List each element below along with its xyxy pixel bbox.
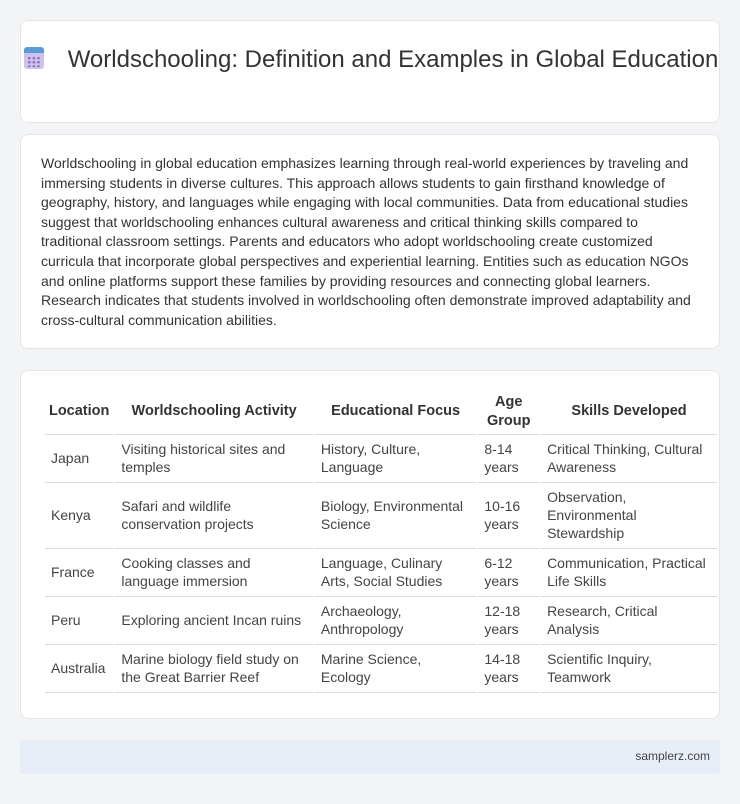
cell-age-group: 14-18 years [478,645,540,693]
cell-focus: Biology, Environmental Science [314,483,477,549]
footer-bar: samplerz.com [20,740,720,774]
cell-skills: Research, Critical Analysis [541,597,717,645]
page-header: Worldschooling: Definition and Examples … [21,45,719,74]
cell-activity: Exploring ancient Incan ruins [115,597,313,645]
table-row: Japan Visiting historical sites and temp… [45,435,717,483]
cell-location: Peru [45,597,114,645]
table-row: Kenya Safari and wildlife conservation p… [45,483,717,549]
cell-activity: Visiting historical sites and temples [115,435,313,483]
cell-skills: Communication, Practical Life Skills [541,549,717,597]
cell-skills: Observation, Environmental Stewardship [541,483,717,549]
cell-activity: Marine biology field study on the Great … [115,645,313,693]
cell-focus: Archaeology, Anthropology [314,597,477,645]
cell-location: France [45,549,114,597]
cell-location: Australia [45,645,114,693]
header-activity: Worldschooling Activity [115,389,313,435]
header-age-group: Age Group [478,389,540,435]
cell-activity: Safari and wildlife conservation project… [115,483,313,549]
header-skills: Skills Developed [541,389,717,435]
intro-card: Worldschooling in global education empha… [20,134,720,349]
cell-location: Japan [45,435,114,483]
table-row: France Cooking classes and language imme… [45,549,717,597]
intro-paragraph: Worldschooling in global education empha… [41,155,691,328]
cell-age-group: 6-12 years [478,549,540,597]
cell-age-group: 8-14 years [478,435,540,483]
table-row: Peru Exploring ancient Incan ruins Archa… [45,597,717,645]
cell-focus: Language, Culinary Arts, Social Studies [314,549,477,597]
cell-activity: Cooking classes and language immersion [115,549,313,597]
cell-age-group: 12-18 years [478,597,540,645]
title-card: Worldschooling: Definition and Examples … [20,20,720,123]
cell-age-group: 10-16 years [478,483,540,549]
footer-site-link[interactable]: samplerz.com [635,749,710,763]
table-header-row: Location Worldschooling Activity Educati… [45,389,717,435]
header-location: Location [45,389,114,435]
examples-table: Location Worldschooling Activity Educati… [43,389,719,693]
page-title: Worldschooling: Definition and Examples … [67,46,719,73]
cell-location: Kenya [45,483,114,549]
cell-focus: History, Culture, Language [314,435,477,483]
cell-focus: Marine Science, Ecology [314,645,477,693]
table-row: Australia Marine biology field study on … [45,645,717,693]
calendar-icon [22,46,46,70]
header-focus: Educational Focus [314,389,477,435]
cell-skills: Scientific Inquiry, Teamwork [541,645,717,693]
cell-skills: Critical Thinking, Cultural Awareness [541,435,717,483]
table-card: Location Worldschooling Activity Educati… [20,370,720,719]
